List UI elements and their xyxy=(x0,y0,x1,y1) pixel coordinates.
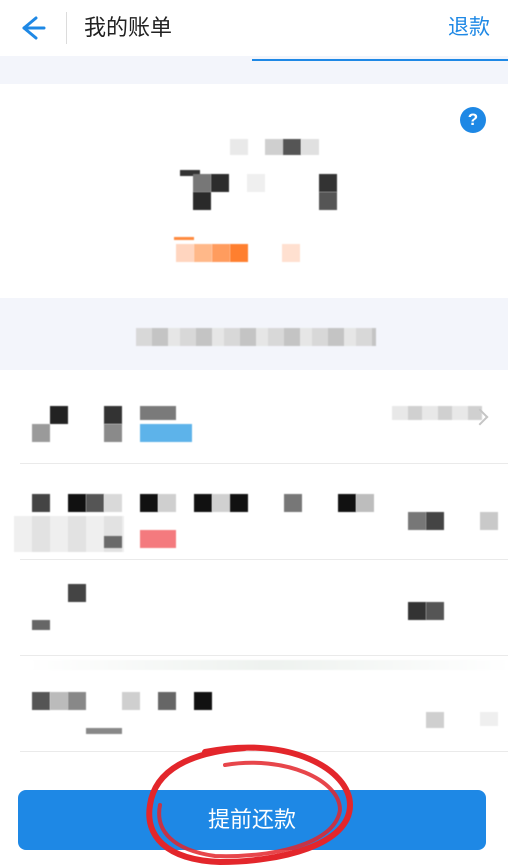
obscured-block xyxy=(136,328,376,346)
arrow-left-icon xyxy=(22,16,46,40)
row-divider xyxy=(20,751,508,752)
help-button[interactable]: ? xyxy=(460,107,486,133)
obscured-block xyxy=(265,139,283,155)
obscured-block xyxy=(158,692,176,710)
question-icon: ? xyxy=(467,110,479,129)
bill-summary xyxy=(0,84,508,298)
obscured-block xyxy=(284,494,302,512)
obscured-block xyxy=(230,494,248,512)
obscured-block xyxy=(301,139,319,155)
obscured-block xyxy=(212,494,230,512)
obscured-block xyxy=(426,712,444,728)
obscured-block xyxy=(426,512,444,530)
obscured-block xyxy=(174,237,194,240)
obscured-block xyxy=(50,406,68,424)
obscured-block xyxy=(86,494,104,512)
obscured-block xyxy=(230,139,248,155)
obscured-block xyxy=(230,244,248,262)
obscured-block xyxy=(282,244,300,262)
obscured-block xyxy=(68,692,86,710)
obscured-block xyxy=(140,424,192,442)
obscured-block xyxy=(212,244,230,262)
obscured-block xyxy=(122,692,140,710)
obscured-block xyxy=(408,602,426,620)
obscured-block xyxy=(86,728,122,734)
list-item[interactable] xyxy=(0,656,508,752)
obscured-block xyxy=(338,494,356,512)
obscured-block xyxy=(194,494,212,512)
obscured-block xyxy=(140,406,176,420)
obscured-block xyxy=(104,406,122,424)
page-title: 我的账单 xyxy=(84,15,173,40)
obscured-block xyxy=(211,174,229,192)
obscured-block xyxy=(104,536,122,548)
obscured-block xyxy=(32,692,50,710)
list-item[interactable] xyxy=(0,370,508,464)
obscured-block xyxy=(193,174,211,192)
notice-bar xyxy=(0,298,508,370)
obscured-block xyxy=(140,494,158,512)
refund-button[interactable]: 退款 xyxy=(448,12,490,44)
obscured-block xyxy=(32,424,50,442)
header-divider xyxy=(66,12,67,44)
obscured-block xyxy=(104,424,122,442)
obscured-block xyxy=(194,244,212,262)
obscured-block xyxy=(193,192,211,210)
obscured-block xyxy=(50,692,68,710)
active-tab-indicator xyxy=(252,59,508,61)
list-item[interactable] xyxy=(0,464,508,560)
obscured-block xyxy=(426,602,444,620)
obscured-block xyxy=(158,494,176,512)
obscured-block xyxy=(480,512,498,530)
obscured-block xyxy=(194,692,212,710)
obscured-block xyxy=(68,494,86,512)
obscured-block xyxy=(480,712,498,726)
obscured-block xyxy=(32,620,50,630)
obscured-block xyxy=(319,192,337,210)
obscured-block xyxy=(104,494,122,512)
list-item[interactable] xyxy=(0,560,508,656)
obscured-block xyxy=(32,494,50,512)
obscured-block xyxy=(247,174,265,192)
back-button[interactable] xyxy=(16,12,48,44)
obscured-block xyxy=(319,174,337,192)
top-bar: 我的账单 退款 xyxy=(0,0,508,57)
obscured-block xyxy=(176,244,194,262)
obscured-block xyxy=(408,512,426,530)
obscured-block xyxy=(30,660,508,670)
obscured-block xyxy=(356,494,374,512)
obscured-block xyxy=(68,584,86,602)
obscured-block xyxy=(140,530,176,548)
obscured-block xyxy=(283,139,301,155)
obscured-block xyxy=(392,406,482,420)
prepay-button[interactable]: 提前还款 xyxy=(18,790,486,850)
